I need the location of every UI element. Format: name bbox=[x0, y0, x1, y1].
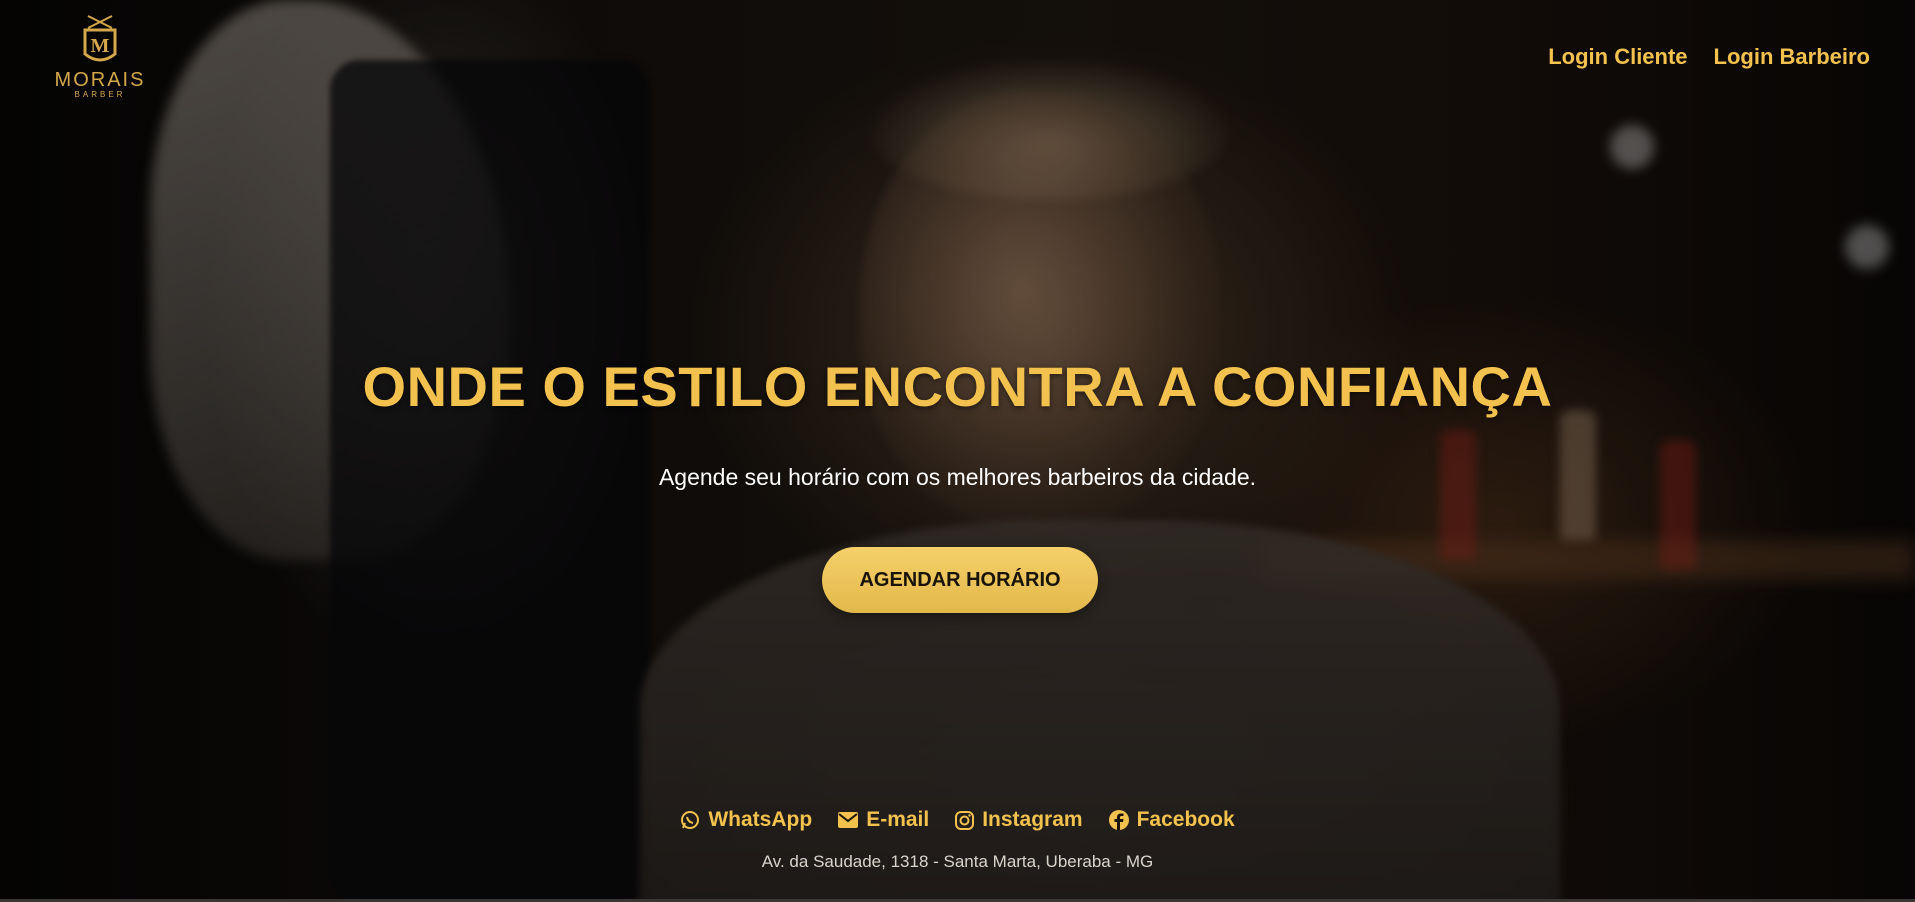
facebook-link[interactable]: Facebook bbox=[1108, 808, 1235, 832]
login-barber-link[interactable]: Login Barbeiro bbox=[1714, 44, 1870, 70]
svg-text:M: M bbox=[91, 35, 110, 57]
barber-crest-icon: M bbox=[83, 15, 117, 62]
whatsapp-icon bbox=[681, 811, 700, 829]
instagram-icon bbox=[955, 810, 975, 830]
facebook-icon bbox=[1108, 810, 1129, 830]
envelope-icon bbox=[838, 812, 859, 828]
whatsapp-link[interactable]: WhatsApp bbox=[680, 808, 812, 832]
book-appointment-button[interactable]: AGENDAR HORÁRIO bbox=[822, 547, 1098, 613]
whatsapp-label: WhatsApp bbox=[708, 808, 813, 831]
email-link[interactable]: E-mail bbox=[838, 808, 929, 832]
contact-links: WhatsApp E-mail Instagram Facebook bbox=[0, 808, 1915, 832]
login-client-link[interactable]: Login Cliente bbox=[1548, 44, 1687, 70]
brand-subtitle: BARBER bbox=[74, 90, 126, 99]
brand-logo[interactable]: M MORAIS BARBER bbox=[50, 14, 150, 104]
hero-section: M MORAIS BARBER Login Cliente Login Barb… bbox=[0, 0, 1915, 902]
top-nav: Login Cliente Login Barbeiro bbox=[1548, 44, 1870, 70]
email-label: E-mail bbox=[866, 808, 930, 831]
hero-subtitle: Agende seu horário com os melhores barbe… bbox=[658, 464, 1257, 490]
dark-overlay bbox=[0, 0, 1915, 902]
instagram-link[interactable]: Instagram bbox=[955, 808, 1083, 832]
brand-name: MORAIS bbox=[54, 69, 146, 91]
hero-headline: ONDE O ESTILO ENCONTRA A CONFIANÇA bbox=[362, 355, 1553, 418]
address-text: Av. da Saudade, 1318 - Santa Marta, Uber… bbox=[761, 852, 1154, 871]
instagram-label: Instagram bbox=[982, 808, 1083, 831]
facebook-label: Facebook bbox=[1136, 808, 1235, 831]
